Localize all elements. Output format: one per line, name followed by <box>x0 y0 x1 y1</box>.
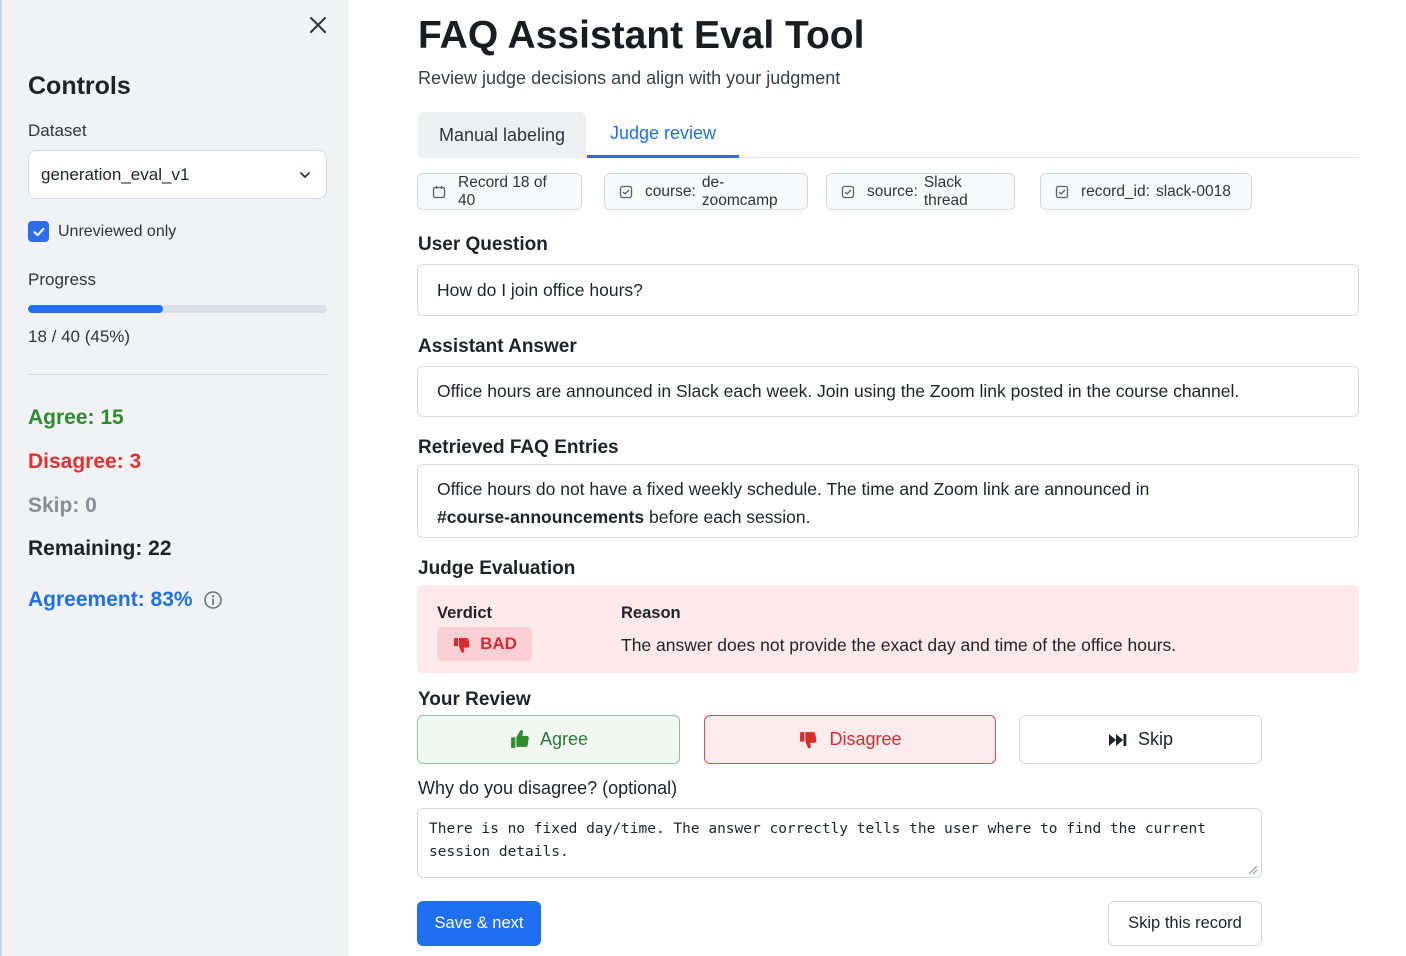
tag-icon <box>841 185 855 198</box>
course-chip-key: course: <box>645 182 696 200</box>
skip-count: Skip: 0 <box>28 494 97 517</box>
agree-button-label: Agree <box>539 729 589 749</box>
tag-icon <box>1055 185 1069 198</box>
skip-forward-icon <box>1108 733 1127 746</box>
thumbs-down-icon <box>800 732 817 749</box>
record-id-chip-key: record_id: <box>1081 182 1150 200</box>
agree-button[interactable]: Agree <box>417 715 680 764</box>
disagree-button[interactable]: Disagree <box>704 715 996 764</box>
thumbs-up-icon <box>511 730 529 748</box>
resize-handle-icon[interactable] <box>1247 864 1258 875</box>
agreement-stat: Agreement: 83% <box>28 588 223 612</box>
tag-icon <box>619 185 633 198</box>
record-chip-label: Record 18 of 40 <box>458 173 547 209</box>
verdict-value: BAD <box>480 634 517 653</box>
assistant-answer-box: Office hours are announced in Slack each… <box>417 366 1359 417</box>
judge-evaluation-panel: Verdict BAD Reason The answer does not p… <box>417 585 1359 673</box>
reason-text: The answer does not provide the exact da… <box>621 635 1177 655</box>
faq-entry-line: Office hours do not have a fixed weekly … <box>437 479 1150 499</box>
source-chip: source: Slack thread <box>826 173 1015 210</box>
disagree-count: Disagree: 3 <box>28 450 142 473</box>
agreement-value: Agreement: 83% <box>28 588 193 611</box>
close-icon[interactable] <box>305 12 331 38</box>
tab-bar: Manual labeling Judge review <box>418 112 1358 158</box>
faq-entry-line: #course-announcements before each sessio… <box>437 503 811 531</box>
reason-label: Reason <box>621 604 681 622</box>
user-question-heading: User Question <box>418 234 548 255</box>
progress-label: Progress <box>28 270 97 289</box>
agree-count: Agree: 15 <box>28 406 124 429</box>
source-chip-key: source: <box>867 182 918 200</box>
unreviewed-only-label: Unreviewed only <box>58 222 177 240</box>
source-chip-value: Slack thread <box>923 173 968 209</box>
record-id-chip: record_id: slack-0018 <box>1040 173 1252 210</box>
chevron-down-icon <box>300 172 310 178</box>
progress-text: 18 / 40 (45%) <box>28 327 131 346</box>
assistant-answer-heading: Assistant Answer <box>418 336 577 357</box>
remaining-count: Remaining: 22 <box>28 537 172 560</box>
verdict-label: Verdict <box>437 604 493 622</box>
progress-bar-fill <box>28 305 163 313</box>
judge-evaluation-heading: Judge Evaluation <box>418 558 576 579</box>
skip-button[interactable]: Skip <box>1019 715 1262 764</box>
check-icon[interactable] <box>28 221 49 242</box>
tab-judge-review[interactable]: Judge review <box>587 112 739 158</box>
dataset-select-value: generation_eval_v1 <box>41 164 190 184</box>
page-subtitle: Review judge decisions and align with yo… <box>418 68 841 88</box>
disagree-reason-label: Why do you disagree? (optional) <box>418 778 678 798</box>
your-review-heading: Your Review <box>418 689 531 710</box>
assistant-answer-text: Office hours are announced in Slack each… <box>437 381 1240 401</box>
user-question-box: How do I join office hours? <box>417 264 1359 316</box>
sidebar-divider <box>28 374 327 375</box>
progress-bar <box>28 305 327 313</box>
faq-entries-box: Office hours do not have a fixed weekly … <box>417 464 1359 538</box>
dataset-label: Dataset <box>28 121 87 140</box>
disagree-button-label: Disagree <box>829 729 902 749</box>
save-next-button[interactable]: Save & next <box>417 901 541 946</box>
calendar-icon <box>432 185 446 198</box>
sidebar-title: Controls <box>28 72 131 100</box>
faq-entry-rest: before each session. <box>644 507 811 527</box>
course-chip: course: de-zoomcamp <box>604 173 808 210</box>
faq-channel-name: #course-announcements <box>437 507 645 527</box>
unreviewed-only-checkbox[interactable]: Unreviewed only <box>28 221 176 242</box>
user-question-text: How do I join office hours? <box>437 279 643 300</box>
skip-button-label: Skip <box>1137 729 1173 749</box>
skip-record-button[interactable]: Skip this record <box>1108 901 1262 946</box>
course-chip-value: de-zoomcamp <box>701 173 778 209</box>
faq-entries-heading: Retrieved FAQ Entries <box>418 437 619 458</box>
verdict-badge: BAD <box>437 627 532 661</box>
record-id-chip-value: slack-0018 <box>1155 182 1231 200</box>
sidebar: Controls Dataset generation_eval_v1 Unre… <box>0 0 349 956</box>
thumbs-down-icon <box>454 637 470 653</box>
info-icon[interactable] <box>203 590 223 610</box>
dataset-select[interactable]: generation_eval_v1 <box>28 150 327 199</box>
page-title: FAQ Assistant Eval Tool <box>418 14 865 57</box>
record-chip: Record 18 of 40 <box>417 173 582 210</box>
tab-manual-labeling[interactable]: Manual labeling <box>418 112 586 158</box>
disagree-reason-textarea[interactable]: There is no fixed day/time. The answer c… <box>417 808 1262 878</box>
